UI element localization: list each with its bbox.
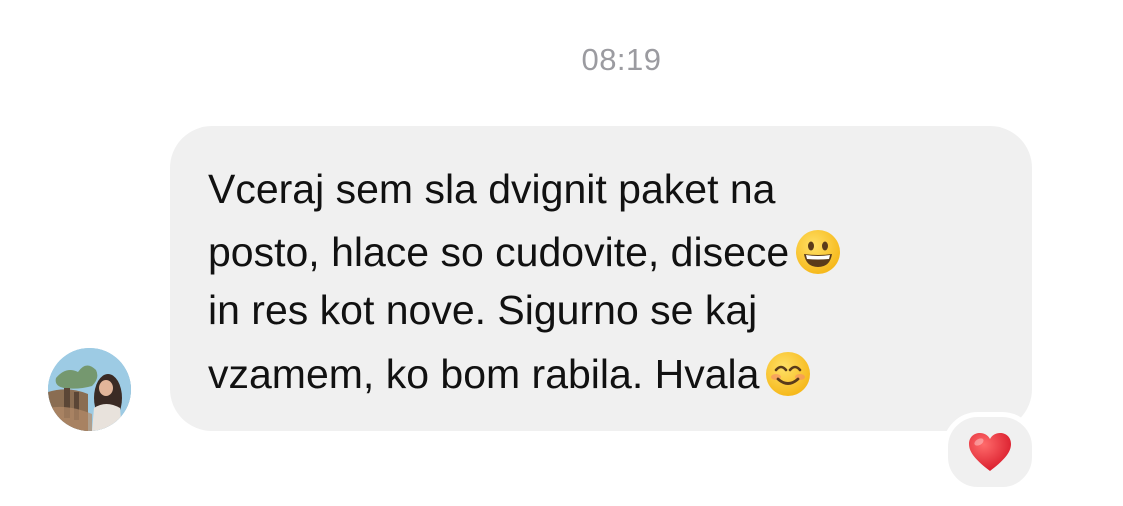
- message-line-2-text: posto, hlace so cudovite, disece: [208, 229, 790, 275]
- reaction-badge[interactable]: [943, 412, 1037, 492]
- sender-avatar[interactable]: [48, 348, 131, 431]
- message-line-2: posto, hlace so cudovite, disece: [208, 229, 841, 275]
- message-line-4: vzamem, ko bom rabila. Hvala: [208, 351, 811, 397]
- grinning-face-icon: [796, 230, 841, 274]
- message-line-3: in res kot nove. Sigurno se kaj: [208, 287, 758, 333]
- message-bubble[interactable]: Vceraj sem sla dvignit paket na posto, h…: [170, 126, 1032, 431]
- message-line-4-text: vzamem, ko bom rabila. Hvala: [208, 351, 760, 397]
- smiling-face-icon: [766, 352, 811, 396]
- avatar-photo-icon: [48, 348, 131, 431]
- red-heart-icon: [969, 433, 1011, 471]
- message-timestamp: 08:19: [581, 42, 662, 77]
- message-line-1: Vceraj sem sla dvignit paket na: [208, 166, 776, 212]
